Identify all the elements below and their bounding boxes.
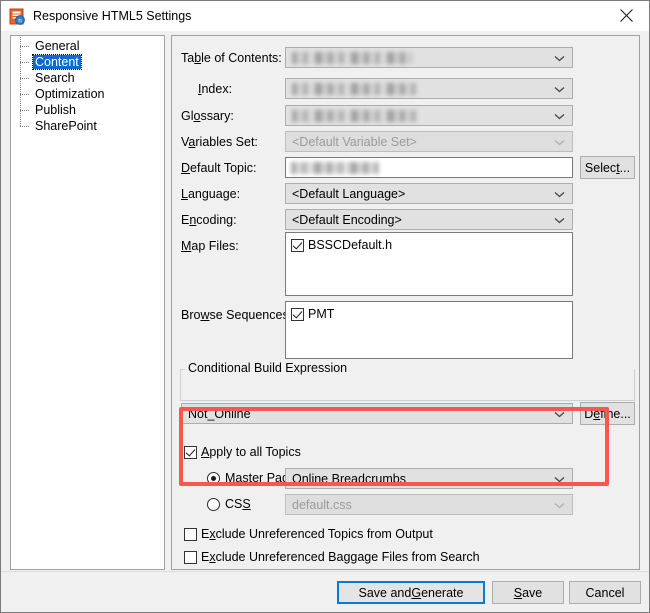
exclude-unreferenced-baggage-checkbox[interactable]: Exclude Unreferenced Baggage Files from …	[184, 550, 480, 564]
chevron-down-icon	[554, 51, 565, 65]
list-item-label: PMT	[308, 307, 335, 321]
index-label: Index:	[198, 82, 233, 96]
variables-set-label: Variables Set:	[181, 135, 258, 149]
sidebar-item-search[interactable]: Search	[11, 69, 164, 87]
chevron-down-icon	[554, 187, 565, 201]
sidebar-item-general[interactable]: General	[11, 37, 164, 55]
responsive-html5-settings-dialog: n Responsive HTML5 Settings General Cont…	[0, 0, 650, 613]
map-files-list[interactable]: BSSCDefault.h	[285, 232, 573, 296]
css-label: CSS	[225, 497, 251, 511]
encoding-label: Encoding:	[181, 213, 237, 227]
select-button[interactable]: Selec t...	[580, 156, 635, 179]
radio-icon[interactable]	[207, 497, 220, 511]
table-of-contents-dropdown[interactable]	[285, 47, 573, 68]
list-item[interactable]: PMT	[291, 306, 567, 322]
save-button[interactable]: Save	[492, 581, 564, 604]
chevron-down-icon	[554, 407, 565, 421]
exclude-unreferenced-baggage-label: Exclude Unreferenced Baggage Files from …	[201, 550, 480, 564]
define-button[interactable]: De fine...	[580, 402, 635, 425]
conditional-build-expression-dropdown[interactable]: Not_Online	[181, 403, 573, 424]
close-icon[interactable]	[604, 1, 649, 30]
apply-to-all-topics-checkbox[interactable]: Apply to all Topics	[184, 445, 301, 459]
map-files-label: Map Files:	[181, 239, 239, 253]
conditional-build-expression-title: Conditional Build Expression	[185, 361, 351, 375]
sidebar-item-content[interactable]: Content	[11, 53, 164, 71]
checkbox-icon[interactable]	[184, 445, 197, 459]
sidebar-item-label: Content	[32, 54, 82, 70]
list-item[interactable]: BSSCDefault.h	[291, 237, 567, 253]
sidebar-item-optimization[interactable]: Optimization	[11, 85, 164, 103]
exclude-unreferenced-topics-label: Exclude Unreferenced Topics from Output	[201, 527, 433, 541]
title-bar: n Responsive HTML5 Settings	[1, 1, 649, 31]
browse-sequences-list[interactable]: PMT	[285, 301, 573, 359]
redacted-value	[292, 82, 417, 95]
dialog-body: General Content Search Optimization Publ…	[1, 31, 649, 571]
glossary-label: Glossary:	[181, 109, 234, 123]
sidebar-item-label: Publish	[35, 103, 76, 117]
css-dropdown: default.css	[285, 494, 573, 515]
table-of-contents-label: Table of Contents:	[181, 51, 282, 65]
index-dropdown[interactable]	[285, 78, 573, 99]
redacted-value	[292, 51, 412, 64]
language-label: Language:	[181, 187, 241, 201]
redacted-value	[292, 109, 417, 122]
sidebar-item-sharepoint[interactable]: SharePoint	[11, 117, 164, 134]
sidebar-item-label: SharePoint	[35, 119, 97, 133]
sidebar-item-label: Search	[35, 71, 75, 85]
master-page-dropdown[interactable]: Online Breadcrumbs	[285, 468, 573, 489]
default-topic-label: Default Topic:	[181, 161, 257, 175]
chevron-down-icon	[554, 498, 565, 512]
chevron-down-icon	[554, 109, 565, 123]
svg-text:n: n	[18, 18, 21, 24]
language-value: <Default Language>	[292, 186, 406, 201]
checkbox-icon[interactable]	[184, 550, 197, 564]
default-topic-input[interactable]	[285, 157, 573, 178]
glossary-dropdown[interactable]	[285, 105, 573, 126]
chevron-down-icon	[554, 82, 565, 96]
encoding-dropdown[interactable]: <Default Encoding>	[285, 209, 573, 230]
css-radio[interactable]: CSS	[207, 497, 251, 511]
apply-to-all-topics-label: Apply to all Topics	[201, 445, 301, 459]
conditional-build-expression-value: Not_Online	[188, 406, 251, 421]
chevron-down-icon	[554, 213, 565, 227]
settings-category-tree[interactable]: General Content Search Optimization Publ…	[10, 35, 165, 570]
exclude-unreferenced-topics-checkbox[interactable]: Exclude Unreferenced Topics from Output	[184, 527, 433, 541]
content-settings-panel: Table of Contents: Index: Glossary: Vari…	[171, 35, 640, 570]
variables-set-value: <Default Variable Set>	[292, 134, 417, 149]
sidebar-item-label: Optimization	[35, 87, 105, 101]
checkbox-icon[interactable]	[184, 527, 197, 541]
window-title: Responsive HTML5 Settings	[33, 9, 192, 23]
conditional-build-expression-group: Conditional Build Expression	[180, 361, 635, 401]
radio-icon[interactable]	[207, 471, 220, 485]
sidebar-item-publish[interactable]: Publish	[11, 101, 164, 119]
cancel-button[interactable]: Cancel	[569, 581, 641, 604]
css-value: default.css	[292, 497, 352, 512]
checkbox-icon[interactable]	[291, 307, 304, 321]
redacted-value	[291, 161, 379, 174]
responsive-html5-icon: n	[9, 8, 26, 25]
language-dropdown[interactable]: <Default Language>	[285, 183, 573, 204]
chevron-down-icon	[554, 472, 565, 486]
encoding-value: <Default Encoding>	[292, 212, 402, 227]
list-item-label: BSSCDefault.h	[308, 238, 393, 252]
sidebar-item-label: General	[35, 39, 80, 53]
master-page-value: Online Breadcrumbs	[292, 471, 406, 486]
save-and-generate-button[interactable]: Save and Generate	[337, 581, 485, 604]
checkbox-icon[interactable]	[291, 238, 304, 252]
variables-set-dropdown: <Default Variable Set>	[285, 131, 573, 152]
chevron-down-icon	[554, 135, 565, 149]
master-page-radio[interactable]: Master Page	[207, 471, 296, 485]
browse-sequences-label: Browse Sequences:	[181, 308, 293, 322]
dialog-footer: Save and Generate Save Cancel	[1, 571, 649, 612]
